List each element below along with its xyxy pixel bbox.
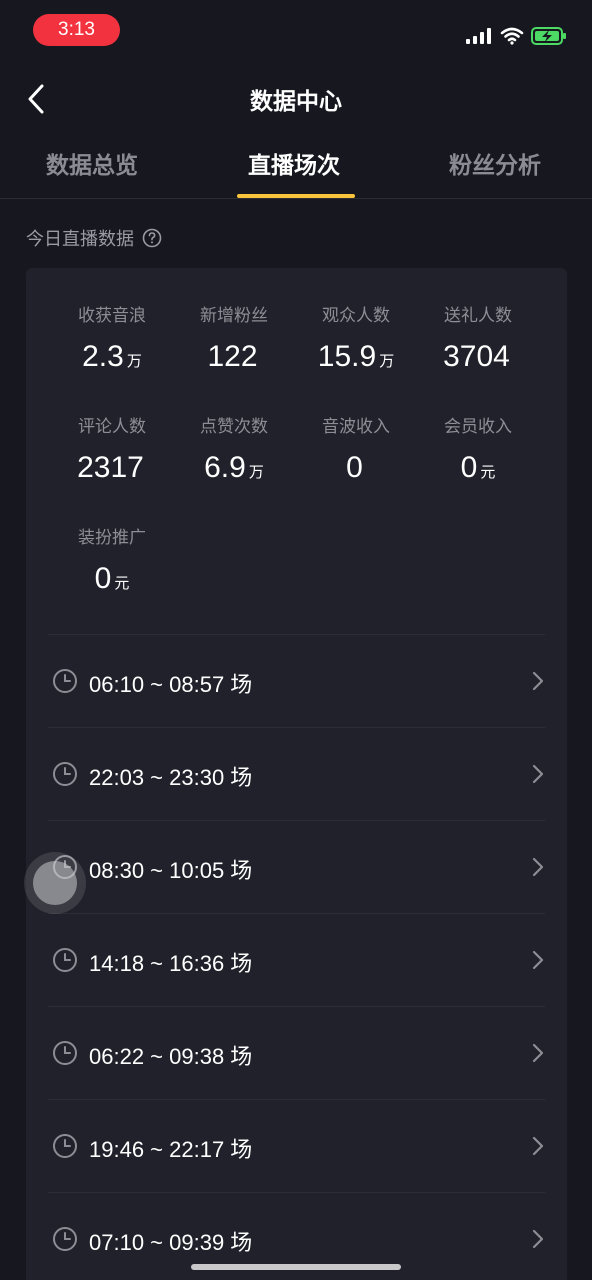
stat-label: 点赞次数	[200, 417, 268, 437]
clock-icon	[53, 1227, 77, 1251]
stat-item: 观众人数 15.9 万	[290, 301, 422, 374]
stat-value: 0	[346, 451, 363, 484]
stat-label: 观众人数	[322, 306, 390, 326]
session-time: 19:46 ~ 22:17 场	[89, 1137, 253, 1163]
session-row[interactable]: 22:03 ~ 23:30 场	[48, 727, 545, 820]
chevron-right-icon	[532, 764, 544, 784]
stat-item: 新增粉丝 122	[168, 301, 300, 374]
assistive-touch-button[interactable]	[24, 852, 86, 914]
stat-value: 2.3 万	[82, 340, 142, 373]
stat-label: 收获音浪	[78, 306, 146, 326]
signal-icon	[466, 28, 491, 44]
section-header: 今日直播数据	[26, 225, 162, 251]
stat-label: 送礼人数	[444, 306, 512, 326]
clock-icon	[53, 669, 77, 693]
stat-value: 15.9 万	[317, 340, 395, 373]
stat-label: 装扮推广	[78, 528, 146, 548]
stat-item: 收获音浪 2.3 万	[46, 301, 178, 374]
session-time: 07:10 ~ 09:39 场	[89, 1230, 253, 1256]
status-time: 3:13	[33, 14, 120, 46]
stat-value: 3704	[443, 340, 510, 373]
stats-grid: 收获音浪 2.3 万 新增粉丝 122 观众人数 15.9 万 送礼人数 3704 …	[26, 268, 567, 628]
home-indicator[interactable]	[191, 1264, 401, 1270]
chevron-right-icon	[532, 1043, 544, 1063]
stat-label: 新增粉丝	[200, 306, 268, 326]
stat-item: 会员收入 0元	[412, 412, 544, 485]
stat-item: 评论人数 2317	[46, 412, 178, 485]
clock-icon	[53, 948, 77, 972]
session-row[interactable]: 14:18 ~ 16:36 场	[48, 913, 545, 1006]
stat-label: 音波收入	[322, 417, 390, 437]
status-bar: 3:13	[0, 0, 592, 64]
stat-value: 0元	[460, 451, 496, 484]
stat-label: 会员收入	[444, 417, 512, 437]
tab-bar: 数据总览 直播场次 粉丝分析	[0, 132, 592, 199]
clock-icon	[53, 762, 77, 786]
stat-value: 2317	[77, 451, 144, 484]
session-row[interactable]: 08:30 ~ 10:05 场	[48, 820, 545, 913]
assistive-touch-inner	[33, 861, 77, 905]
clock-icon	[53, 1041, 77, 1065]
tab-fan-analysis[interactable]: 粉丝分析	[449, 146, 541, 180]
section-label: 今日直播数据	[26, 229, 134, 250]
nav-bar: 数据中心	[0, 64, 592, 132]
stat-value: 6.9 万	[204, 451, 264, 484]
stat-item: 音波收入 0	[290, 412, 422, 485]
clock-icon	[53, 1134, 77, 1158]
active-tab-indicator	[237, 194, 355, 198]
session-row[interactable]: 06:22 ~ 09:38 场	[48, 1006, 545, 1099]
session-time: 06:10 ~ 08:57 场	[89, 672, 253, 698]
session-time: 08:30 ~ 10:05 场	[89, 858, 253, 884]
live-data-card: 收获音浪 2.3 万 新增粉丝 122 观众人数 15.9 万 送礼人数 3704 …	[26, 268, 567, 1280]
page-title: 数据中心	[250, 89, 342, 115]
chevron-right-icon	[532, 950, 544, 970]
help-question-icon[interactable]	[142, 228, 162, 248]
chevron-right-icon	[532, 671, 544, 691]
stat-item: 送礼人数 3704	[412, 301, 544, 374]
session-row[interactable]: 06:10 ~ 08:57 场	[48, 634, 545, 727]
tab-live-sessions[interactable]: 直播场次	[248, 146, 340, 180]
session-row[interactable]: 19:46 ~ 22:17 场	[48, 1099, 545, 1192]
stat-value: 122	[207, 340, 258, 373]
wifi-icon	[500, 27, 524, 45]
stat-item: 装扮推广 0元	[46, 523, 178, 596]
stat-value: 0元	[94, 562, 130, 595]
chevron-right-icon	[532, 1229, 544, 1249]
session-time: 22:03 ~ 23:30 场	[89, 765, 253, 791]
session-time: 14:18 ~ 16:36 场	[89, 951, 253, 977]
session-time: 06:22 ~ 09:38 场	[89, 1044, 253, 1070]
stat-label: 评论人数	[78, 417, 146, 437]
chevron-right-icon	[532, 1136, 544, 1156]
chevron-right-icon	[532, 857, 544, 877]
tab-overview[interactable]: 数据总览	[46, 146, 138, 180]
stat-item: 点赞次数 6.9 万	[168, 412, 300, 485]
battery-charging-icon	[531, 27, 566, 45]
